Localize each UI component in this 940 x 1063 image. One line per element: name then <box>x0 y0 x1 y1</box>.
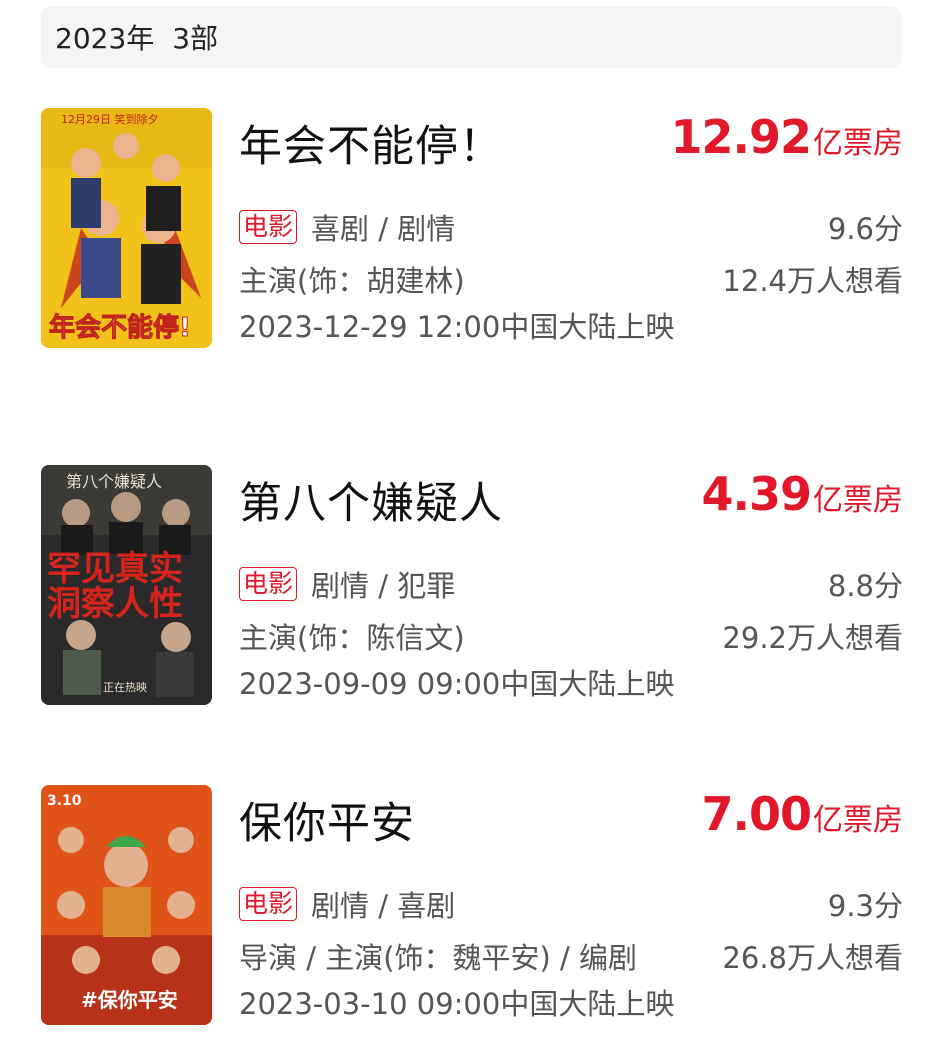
cast-info: 导演 / 主演(饰：魏平安) / 编剧 <box>239 941 638 975</box>
release-date: 2023-12-29 12:00中国大陆上映 <box>239 310 675 344</box>
movie-card[interactable]: 第八个嫌疑人 罕见真实 洞察人性 正在热映 第八个嫌疑人 4.39亿票房 电影 … <box>41 465 903 705</box>
movie-title[interactable]: 第八个嫌疑人 <box>239 469 503 531</box>
poster-date-text: 3.10 <box>47 793 82 809</box>
score: 8.8分 <box>827 569 903 603</box>
score: 9.3分 <box>827 889 903 923</box>
box-office-value: 12.92 <box>670 110 812 164</box>
box-office: 12.92亿票房 <box>670 110 903 164</box>
poster-title-text: 年会不能停! <box>49 312 191 343</box>
release-date: 2023-09-09 09:00中国大陆上映 <box>239 667 675 701</box>
genre-row: 电影 喜剧 / 剧情 <box>239 206 455 248</box>
movie-badge: 电影 <box>239 210 298 244</box>
box-office-value: 4.39 <box>701 467 812 521</box>
poster-title-text: 第八个嫌疑人 <box>66 472 162 491</box>
box-office-unit: 亿票房 <box>813 126 903 161</box>
movie-badge: 电影 <box>239 887 298 921</box>
box-office-unit: 亿票房 <box>813 803 903 838</box>
want-count: 12.4万人想看 <box>722 264 903 298</box>
movie-poster[interactable]: 12月29日 笑到除夕 年会不能停! <box>41 108 212 348</box>
box-office: 4.39亿票房 <box>702 467 904 521</box>
score: 9.6分 <box>827 212 903 246</box>
genre-text: 剧情 / 喜剧 <box>311 889 456 923</box>
want-count: 26.8万人想看 <box>722 941 903 975</box>
genre-text: 喜剧 / 剧情 <box>311 212 456 246</box>
box-office: 7.00亿票房 <box>702 787 904 841</box>
release-date: 2023-03-10 09:00中国大陆上映 <box>239 987 675 1021</box>
movie-count: 3部 <box>172 22 219 55</box>
poster-slogan-1: 罕见真实 <box>47 549 183 589</box>
movie-title[interactable]: 年会不能停！ <box>239 112 503 174</box>
poster-title-text: #保你平安 <box>81 988 178 1012</box>
cast-info: 主演(饰：胡建林) <box>239 264 465 298</box>
want-count: 29.2万人想看 <box>722 621 903 655</box>
genre-row: 电影 剧情 / 喜剧 <box>239 883 455 925</box>
box-office-value: 7.00 <box>701 787 812 841</box>
cast-info: 主演(饰：陈信文) <box>239 621 465 655</box>
poster-slogan-2: 洞察人性 <box>47 584 183 624</box>
year-section-header[interactable]: 2023年 3部 <box>41 6 901 68</box>
movie-poster[interactable]: 第八个嫌疑人 罕见真实 洞察人性 正在热映 <box>41 465 212 705</box>
movie-poster[interactable]: 3.10 #保你平安 <box>41 785 212 1025</box>
box-office-unit: 亿票房 <box>813 483 903 518</box>
genre-row: 电影 剧情 / 犯罪 <box>239 563 455 605</box>
poster-bottom-text: 正在热映 <box>103 681 147 694</box>
genre-text: 剧情 / 犯罪 <box>311 569 456 603</box>
year-label: 2023年 <box>55 22 155 55</box>
movie-card[interactable]: 12月29日 笑到除夕 年会不能停! 年会不能停！ 12.92亿票房 电影 喜剧… <box>41 108 903 348</box>
movie-card[interactable]: 3.10 #保你平安 保你平安 7.00亿票房 电影 剧情 / 喜剧 9.3分 … <box>41 785 903 1025</box>
poster-top-text: 12月29日 笑到除夕 <box>61 112 159 126</box>
movie-badge: 电影 <box>239 567 298 601</box>
movie-title[interactable]: 保你平安 <box>239 789 415 851</box>
